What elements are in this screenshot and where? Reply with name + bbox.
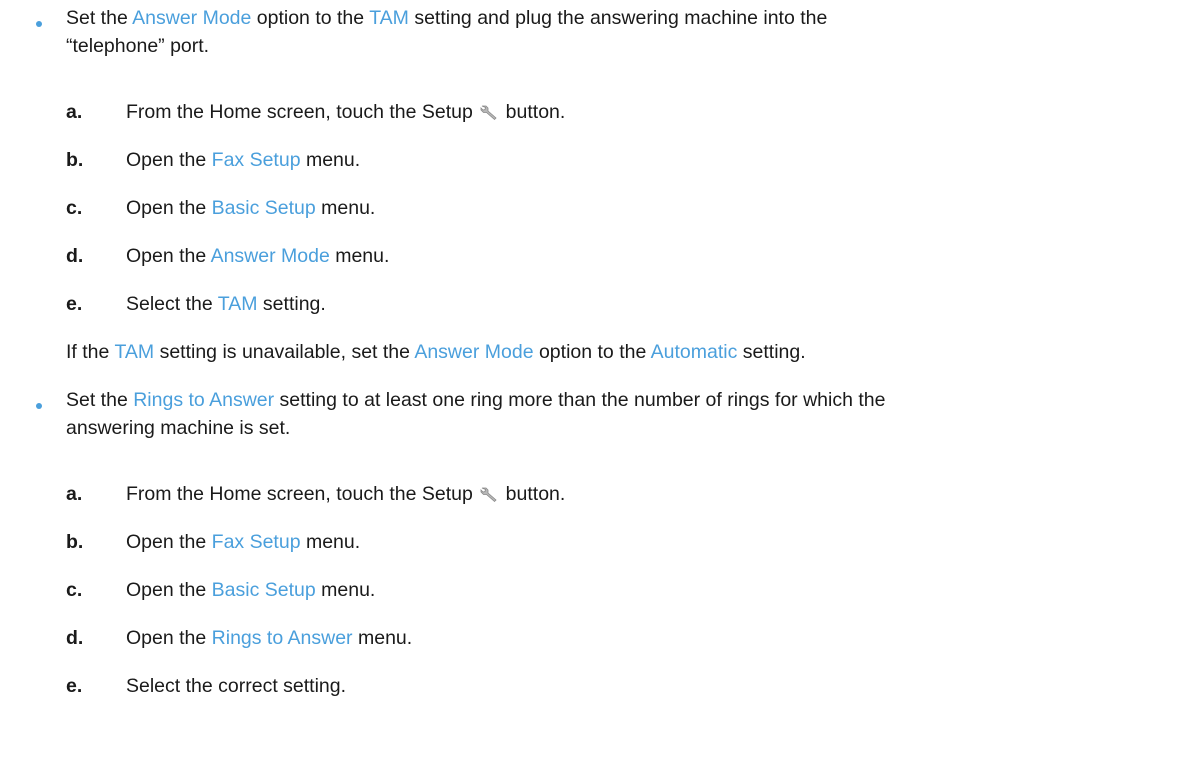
step-text-end: menu. — [300, 149, 361, 171]
step-e: e. Select the correct setting. — [66, 672, 346, 700]
setting-ref-tam: TAM — [114, 341, 155, 363]
step-d: d. Open the Rings to Answer menu. — [66, 624, 412, 652]
step-text: Open the — [126, 197, 212, 219]
step-b: b. Open the Fax Setup menu. — [66, 528, 360, 556]
bullet-2-line2: answering machine is set. — [66, 417, 291, 439]
step-text: Open the — [126, 245, 211, 267]
step-text: From the Home screen, touch the Setup — [126, 483, 479, 505]
menu-ref-rings-to-answer: Rings to Answer — [133, 389, 275, 411]
note-p4: setting. — [737, 341, 806, 363]
step-text-end: setting. — [257, 293, 326, 315]
step-text: Open the — [126, 627, 212, 649]
menu-ref-basic-setup: Basic Setup — [211, 197, 316, 219]
wrench-icon — [480, 487, 497, 503]
step-letter: a. — [66, 101, 83, 123]
note-text: If the TAM setting is unavailable, set t… — [66, 338, 806, 366]
bullet-2-p2: setting to at least one ring more than t… — [274, 389, 886, 411]
step-letter: b. — [66, 531, 84, 553]
step-text: Open the — [126, 149, 212, 171]
step-text-end: menu. — [315, 197, 376, 219]
step-text: Select the — [126, 293, 218, 315]
setting-ref-tam: TAM — [217, 293, 258, 315]
note-p1: If the — [66, 341, 115, 363]
step-text-end: menu. — [352, 627, 413, 649]
bullet-dot — [36, 21, 42, 27]
step-letter: c. — [66, 579, 83, 601]
step-letter: d. — [66, 627, 84, 649]
step-letter: d. — [66, 245, 84, 267]
step-a: a. From the Home screen, touch the Setup … — [66, 98, 565, 126]
bullet-1-p1: Set the — [66, 7, 133, 29]
menu-ref-answer-mode: Answer Mode — [132, 7, 252, 29]
step-text: Select the correct setting. — [126, 675, 347, 697]
step-c: c. Open the Basic Setup menu. — [66, 194, 375, 222]
bullet-dot — [36, 403, 42, 409]
step-letter: e. — [66, 675, 83, 697]
bullet-2-text: Set the Rings to Answer setting to at le… — [66, 386, 1176, 442]
step-text: From the Home screen, touch the Setup — [126, 101, 479, 123]
document-page: Set the Answer Mode option to the TAM se… — [0, 0, 1193, 774]
step-text: Open the — [126, 579, 212, 601]
menu-ref-answer-mode: Answer Mode — [210, 245, 330, 267]
bullet-1-line2: “telephone” port. — [66, 35, 210, 57]
step-a: a. From the Home screen, touch the Setup … — [66, 480, 565, 508]
bullet-1-text: Set the Answer Mode option to the TAM se… — [66, 4, 1176, 60]
menu-ref-fax-setup: Fax Setup — [211, 149, 301, 171]
step-text: Open the — [126, 531, 212, 553]
setting-ref-tam: TAM — [369, 7, 409, 29]
step-text-end: button. — [500, 483, 566, 505]
bullet-2-p1: Set the — [66, 389, 134, 411]
menu-ref-basic-setup: Basic Setup — [211, 579, 316, 601]
bullet-1-p3: setting and plug the answering machine i… — [408, 7, 828, 29]
step-e: e. Select the TAM setting. — [66, 290, 326, 318]
step-c: c. Open the Basic Setup menu. — [66, 576, 375, 604]
step-text-end: menu. — [300, 531, 361, 553]
step-text-end: button. — [500, 101, 566, 123]
step-letter: e. — [66, 293, 83, 315]
step-d: d. Open the Answer Mode menu. — [66, 242, 389, 270]
note-p3: option to the — [533, 341, 651, 363]
menu-ref-answer-mode: Answer Mode — [414, 341, 534, 363]
step-b: b. Open the Fax Setup menu. — [66, 146, 360, 174]
step-text-end: menu. — [315, 579, 376, 601]
bullet-1-p2: option to the — [251, 7, 370, 29]
step-letter: a. — [66, 483, 83, 505]
menu-ref-rings-to-answer: Rings to Answer — [211, 627, 353, 649]
wrench-icon — [480, 105, 497, 121]
step-text-end: menu. — [329, 245, 390, 267]
step-letter: b. — [66, 149, 84, 171]
setting-ref-automatic: Automatic — [650, 341, 738, 363]
menu-ref-fax-setup: Fax Setup — [211, 531, 301, 553]
step-letter: c. — [66, 197, 83, 219]
note-p2: setting is unavailable, set the — [154, 341, 415, 363]
